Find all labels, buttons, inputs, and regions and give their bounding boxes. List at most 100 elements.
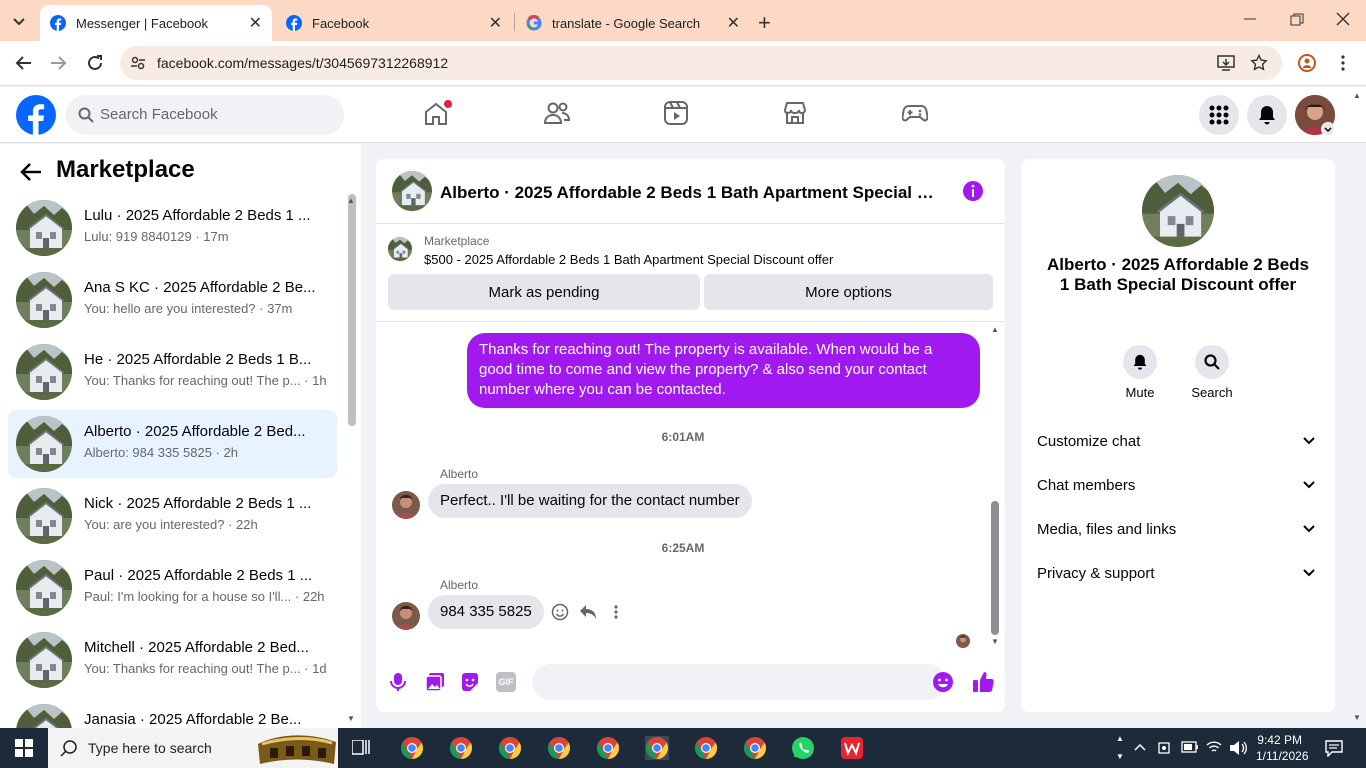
menu-grid-button[interactable] xyxy=(1199,95,1239,135)
conversation-item[interactable]: Lulu · 2025 Affordable 2 Beds 1 ... Lulu:… xyxy=(8,194,337,262)
show-hidden-icons-icon[interactable] xyxy=(1134,742,1146,752)
chrome-taskbar-icon[interactable] xyxy=(694,736,718,760)
info-section-customize-chat[interactable]: Customize chat xyxy=(1037,423,1319,459)
profile-icon[interactable] xyxy=(1298,54,1316,72)
scroll-down-icon[interactable]: ▼ xyxy=(991,637,999,646)
conversation-item[interactable]: Mitchell · 2025 Affordable 2 Bed... You: … xyxy=(8,626,337,694)
whatsapp-taskbar-icon[interactable] xyxy=(791,736,815,760)
gaming-icon[interactable] xyxy=(902,101,928,125)
reload-icon[interactable] xyxy=(86,54,104,72)
page-scroll-up-icon[interactable]: ▲ xyxy=(1353,91,1361,100)
chrome-taskbar-icon[interactable] xyxy=(645,736,669,760)
conversation-item[interactable]: He · 2025 Affordable 2 Beds 1 B... You: T… xyxy=(8,338,337,406)
incoming-message[interactable]: Perfect.. I'll be waiting for the contac… xyxy=(428,484,752,518)
reply-icon[interactable] xyxy=(579,604,597,620)
account-chevron-icon[interactable] xyxy=(1321,122,1335,136)
info-section-media-files-and-links[interactable]: Media, files and links xyxy=(1037,511,1319,547)
notifications-button[interactable] xyxy=(1247,95,1287,135)
back-arrow-icon[interactable] xyxy=(20,162,42,182)
info-section-privacy-support[interactable]: Privacy & support xyxy=(1037,555,1319,591)
search-conversation-button[interactable] xyxy=(1195,345,1229,379)
incoming-message[interactable]: 984 335 5825 xyxy=(428,595,544,629)
tab-facebook[interactable]: Facebook ✕ xyxy=(276,5,512,41)
conversation-avatar[interactable] xyxy=(1142,175,1214,247)
facebook-search-input[interactable]: Search Facebook xyxy=(66,95,344,135)
info-icon[interactable] xyxy=(962,180,984,202)
microphone-icon[interactable] xyxy=(390,672,406,692)
react-emoji-icon[interactable] xyxy=(551,603,569,621)
tab-list-chevron-icon[interactable] xyxy=(10,12,28,30)
gif-icon[interactable]: GIF xyxy=(496,672,516,692)
page-scroll-down-icon[interactable]: ▼ xyxy=(1353,713,1361,722)
thumbs-up-icon[interactable] xyxy=(972,671,994,693)
photo-gallery-icon[interactable] xyxy=(425,672,445,692)
info-section-chat-members[interactable]: Chat members xyxy=(1037,467,1319,503)
minimize-icon[interactable] xyxy=(1243,11,1257,25)
tab-close-icon[interactable]: ✕ xyxy=(727,13,740,33)
chrome-taskbar-icon[interactable] xyxy=(596,736,620,760)
listing-thumbnail[interactable] xyxy=(388,237,412,261)
conversation-item[interactable]: Janasia · 2025 Affordable 2 Be... xyxy=(8,698,337,728)
chat-avatar[interactable] xyxy=(392,171,432,211)
notifications-center-icon[interactable] xyxy=(1325,739,1343,757)
friends-icon[interactable] xyxy=(544,101,570,125)
outgoing-message[interactable]: Thanks for reaching out! The property is… xyxy=(467,333,980,408)
more-options-button[interactable]: More options xyxy=(704,274,993,310)
conversation-name: Nick · 2025 Affordable 2 Beds 1 ... xyxy=(84,495,312,512)
chrome-taskbar-icon[interactable] xyxy=(547,736,571,760)
scroll-up-icon[interactable]: ▲ xyxy=(991,325,999,334)
new-tab-plus-icon[interactable]: + xyxy=(758,10,771,36)
bookmark-star-icon[interactable] xyxy=(1250,54,1268,72)
close-window-icon[interactable] xyxy=(1336,12,1350,26)
mark-as-pending-button[interactable]: Mark as pending xyxy=(388,274,700,310)
scroll-down-icon[interactable]: ▼ xyxy=(347,714,355,723)
chrome-taskbar-icon[interactable] xyxy=(400,736,424,760)
conversation-item[interactable]: Nick · 2025 Affordable 2 Beds 1 ... You: … xyxy=(8,482,337,550)
wifi-icon[interactable] xyxy=(1206,740,1222,754)
tab-messenger[interactable]: Messenger | Facebook ✕ xyxy=(40,5,272,41)
tab-google-translate[interactable]: translate - Google Search ✕ xyxy=(516,5,750,41)
site-info-icon[interactable] xyxy=(130,55,146,71)
install-app-icon[interactable] xyxy=(1217,54,1235,72)
conversation-item[interactable]: Paul · 2025 Affordable 2 Beds 1 ... Paul:… xyxy=(8,554,337,622)
facebook-logo-icon[interactable] xyxy=(16,95,56,135)
chrome-taskbar-icon[interactable] xyxy=(498,736,522,760)
home-icon[interactable] xyxy=(424,100,452,127)
conversation-item[interactable]: Ana S KC · 2025 Affordable 2 Be... You: h… xyxy=(8,266,337,334)
conversation-preview: Paul: I'm looking for a house so I'll...… xyxy=(84,589,325,604)
emoji-icon[interactable] xyxy=(932,671,954,693)
taskbar-search-input[interactable]: Type here to search xyxy=(48,728,338,768)
forward-arrow-icon[interactable] xyxy=(50,55,68,71)
tab-close-icon[interactable]: ✕ xyxy=(489,13,502,33)
address-bar[interactable]: facebook.com/messages/t/3045697312268912 xyxy=(120,46,1282,80)
video-icon[interactable] xyxy=(664,101,688,125)
windows-start-icon[interactable] xyxy=(15,739,33,757)
browser-tab-bar: Messenger | Facebook ✕ Facebook ✕ transl… xyxy=(0,0,1366,41)
chrome-taskbar-icon[interactable] xyxy=(449,736,473,760)
restore-icon[interactable] xyxy=(1290,13,1304,27)
meet-now-icon[interactable] xyxy=(1158,740,1172,756)
mute-button[interactable] xyxy=(1123,345,1157,379)
listing-title[interactable]: $500 - 2025 Affordable 2 Beds 1 Bath Apa… xyxy=(424,252,833,267)
sticker-icon[interactable] xyxy=(460,672,480,692)
taskbar-clock[interactable]: 9:42 PM 1/11/2026 xyxy=(1256,732,1309,764)
sender-avatar[interactable] xyxy=(392,602,420,630)
scroll-up-icon[interactable]: ▲ xyxy=(347,196,355,205)
wps-office-taskbar-icon[interactable] xyxy=(840,736,864,760)
back-arrow-icon[interactable] xyxy=(14,55,32,71)
sender-avatar[interactable] xyxy=(392,491,420,519)
task-view-icon[interactable] xyxy=(352,740,370,756)
marketplace-icon[interactable] xyxy=(783,101,807,125)
more-vertical-icon[interactable] xyxy=(613,605,619,619)
volume-icon[interactable] xyxy=(1229,740,1247,756)
taskbar-scroll-arrows[interactable]: ▲ ▼ xyxy=(1116,730,1126,766)
message-input[interactable] xyxy=(532,664,953,700)
browser-menu-icon[interactable] xyxy=(1340,54,1346,72)
conversation-item[interactable]: Alberto · 2025 Affordable 2 Bed... Albert… xyxy=(8,410,337,478)
tab-close-icon[interactable]: ✕ xyxy=(249,13,262,33)
chrome-taskbar-icon[interactable] xyxy=(743,736,767,760)
chat-title[interactable]: Alberto · 2025 Affordable 2 Beds 1 Bath … xyxy=(440,183,945,203)
chat-scrollbar[interactable] xyxy=(991,501,999,635)
sidebar-scrollbar[interactable] xyxy=(348,194,356,426)
battery-icon[interactable] xyxy=(1181,741,1199,753)
